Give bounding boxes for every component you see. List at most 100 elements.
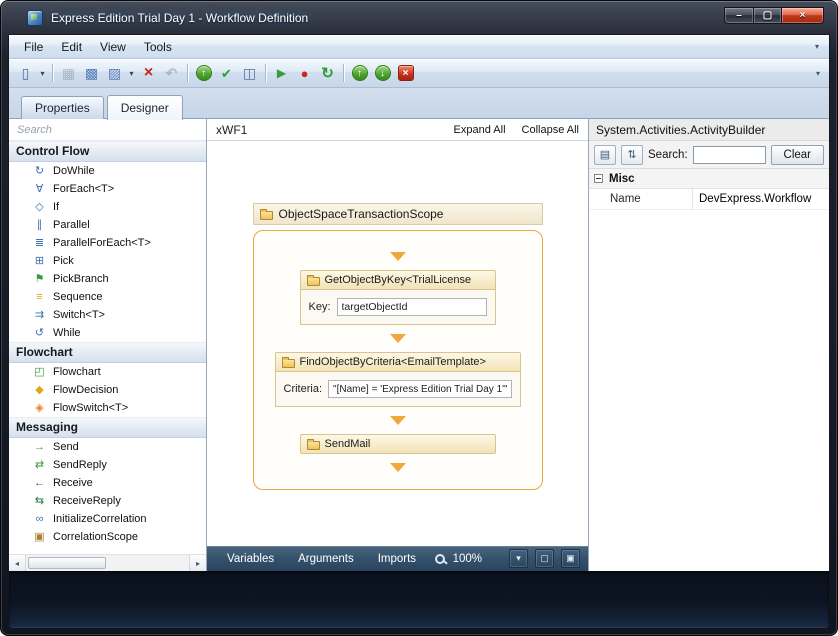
fit-to-screen-button[interactable]: ▢: [535, 549, 554, 568]
toolbox-item-receive[interactable]: ←Receive: [9, 474, 206, 492]
run-button[interactable]: ▶: [270, 62, 293, 85]
main-area: Control Flow ↻DoWhile ∀ForEach<T> ◇If ∥P…: [9, 119, 829, 571]
toolbox-item-send[interactable]: →Send: [9, 438, 206, 456]
activity-header[interactable]: GetObjectByKey<TrialLicense: [300, 270, 496, 290]
menu-overflow-icon[interactable]: ▾: [811, 42, 823, 51]
tab-designer[interactable]: Designer: [107, 95, 183, 120]
new-button[interactable]: ▯: [14, 62, 37, 85]
stop-button[interactable]: ×: [394, 62, 417, 85]
toolbox-item-label: FlowSwitch<T>: [53, 402, 128, 414]
flow-arrow-icon: [390, 334, 406, 343]
export-button[interactable]: ▨: [103, 62, 126, 85]
toolbox-item-switch[interactable]: ⇉Switch<T>: [9, 306, 206, 324]
validate-button[interactable]: ↑: [192, 62, 215, 85]
toolbox-category-messaging[interactable]: Messaging: [9, 417, 206, 438]
toolbox-item-flowdecision[interactable]: ◆FlowDecision: [9, 381, 206, 399]
arguments-button[interactable]: Arguments: [286, 553, 366, 565]
close-button[interactable]: ×: [782, 7, 824, 24]
tab-strip: Properties Designer: [9, 88, 829, 119]
toolbox-item-dowhile[interactable]: ↻DoWhile: [9, 162, 206, 180]
sequence-icon: ≡: [33, 291, 46, 304]
scroll-right-button[interactable]: ▸: [189, 555, 206, 571]
record-button[interactable]: ●: [293, 62, 316, 85]
scroll-left-button[interactable]: ◂: [9, 555, 26, 571]
toolbox-item-flowchart[interactable]: ◰Flowchart: [9, 363, 206, 381]
move-down-button[interactable]: ↓: [371, 62, 394, 85]
key-input[interactable]: [337, 298, 487, 316]
maximize-button[interactable]: ▢: [753, 7, 782, 24]
scrollbar-track[interactable]: [26, 555, 189, 571]
properties-search-input[interactable]: [693, 146, 766, 164]
toolbar-overflow-icon[interactable]: ▾: [812, 69, 824, 78]
new-dropdown-button[interactable]: ▾: [37, 62, 48, 85]
clear-button[interactable]: Clear: [771, 145, 824, 165]
overview-button[interactable]: ▣: [561, 549, 580, 568]
toolbox-item-while[interactable]: ↺While: [9, 324, 206, 342]
client-area: File Edit View Tools ▾ ▯ ▾ ▦ ▩ ▨ ▾ × ↶ ↑…: [9, 35, 829, 571]
tab-properties[interactable]: Properties: [21, 96, 104, 119]
toolbox-category-control-flow[interactable]: Control Flow: [9, 141, 206, 162]
toolbox-item-parallelforeach[interactable]: ≣ParallelForEach<T>: [9, 234, 206, 252]
check-button[interactable]: ✔: [215, 62, 238, 85]
toolbox-hscrollbar[interactable]: ◂ ▸: [9, 554, 206, 571]
collapse-icon[interactable]: [594, 174, 603, 183]
toolbox-search-input[interactable]: [9, 119, 206, 140]
toolbox-item-pick[interactable]: ⊞Pick: [9, 252, 206, 270]
record-circle-icon: ●: [301, 67, 309, 80]
categorized-view-button[interactable]: ▤: [594, 145, 616, 165]
criteria-input[interactable]: [328, 380, 511, 398]
property-row-name[interactable]: Name DevExpress.Workflow: [589, 189, 829, 210]
save-button[interactable]: ▦: [57, 62, 80, 85]
sort-az-icon: ⇅: [627, 148, 636, 161]
activity-sendmail[interactable]: SendMail: [300, 434, 496, 454]
activity-header[interactable]: SendMail: [300, 434, 496, 454]
toolbox-item-sequence[interactable]: ≡Sequence: [9, 288, 206, 306]
refresh-button[interactable]: ↻: [316, 62, 339, 85]
toolbox-search: [9, 119, 206, 141]
delete-button[interactable]: ×: [137, 62, 160, 85]
toolbox-item-label: ForEach<T>: [53, 183, 114, 195]
activity-findobjectbycriteria[interactable]: FindObjectByCriteria<EmailTemplate> Crit…: [275, 352, 521, 407]
move-up-button[interactable]: ↑: [348, 62, 371, 85]
activity-header[interactable]: FindObjectByCriteria<EmailTemplate>: [275, 352, 521, 372]
sort-alphabetical-button[interactable]: ⇅: [621, 145, 643, 165]
toolbox-item-receivereply[interactable]: ⇆ReceiveReply: [9, 492, 206, 510]
designer-canvas[interactable]: ObjectSpaceTransactionScope GetObjectByK…: [207, 141, 588, 546]
activity-getobjectbykey[interactable]: GetObjectByKey<TrialLicense Key:: [300, 270, 496, 325]
imports-button[interactable]: Imports: [366, 553, 428, 565]
property-value[interactable]: DevExpress.Workflow: [693, 189, 829, 209]
sequence-body[interactable]: GetObjectByKey<TrialLicense Key:: [253, 230, 543, 490]
export-dropdown-button[interactable]: ▾: [126, 62, 137, 85]
toolbox-item-flowswitch[interactable]: ◈FlowSwitch<T>: [9, 399, 206, 417]
toolbar: ▯ ▾ ▦ ▩ ▨ ▾ × ↶ ↑ ✔ ◫ ▶ ● ↻ ↑ ↓ ×: [9, 59, 829, 88]
toolbox-item-initializecorrelation[interactable]: ∞InitializeCorrelation: [9, 510, 206, 528]
collapse-all-link[interactable]: Collapse All: [522, 124, 579, 136]
category-row-misc[interactable]: Misc: [589, 169, 829, 189]
toolbox-category-flowchart[interactable]: Flowchart: [9, 342, 206, 363]
zoom-dropdown-button[interactable]: ▾: [509, 549, 528, 568]
activity-objectspacetransactionscope[interactable]: ObjectSpaceTransactionScope: [253, 203, 543, 225]
menu-file[interactable]: File: [15, 37, 52, 57]
scroll-right-icon: ▸: [196, 559, 200, 568]
toolbox-item-parallel[interactable]: ∥Parallel: [9, 216, 206, 234]
toolbox-item-pickbranch[interactable]: ⚑PickBranch: [9, 270, 206, 288]
correlationscope-icon: ▣: [33, 531, 46, 544]
receive-icon: ←: [33, 477, 46, 490]
toolbox-item-sendreply[interactable]: ⇄SendReply: [9, 456, 206, 474]
save-all-button[interactable]: ▩: [80, 62, 103, 85]
menu-tools[interactable]: Tools: [135, 37, 181, 57]
expand-all-link[interactable]: Expand All: [454, 124, 506, 136]
analyze-button[interactable]: ◫: [238, 62, 261, 85]
toolbox-item-label: InitializeCorrelation: [53, 513, 147, 525]
toolbox-item-correlationscope[interactable]: ▣CorrelationScope: [9, 528, 206, 546]
breadcrumb[interactable]: xWF1: [216, 123, 247, 137]
toolbox-item-foreach[interactable]: ∀ForEach<T>: [9, 180, 206, 198]
toolbox-item-label: DoWhile: [53, 165, 95, 177]
scrollbar-thumb[interactable]: [28, 557, 106, 569]
minimize-button[interactable]: –: [724, 7, 753, 24]
menu-edit[interactable]: Edit: [52, 37, 91, 57]
variables-button[interactable]: Variables: [215, 553, 286, 565]
toolbox-item-if[interactable]: ◇If: [9, 198, 206, 216]
undo-button[interactable]: ↶: [160, 62, 183, 85]
menu-view[interactable]: View: [91, 37, 135, 57]
